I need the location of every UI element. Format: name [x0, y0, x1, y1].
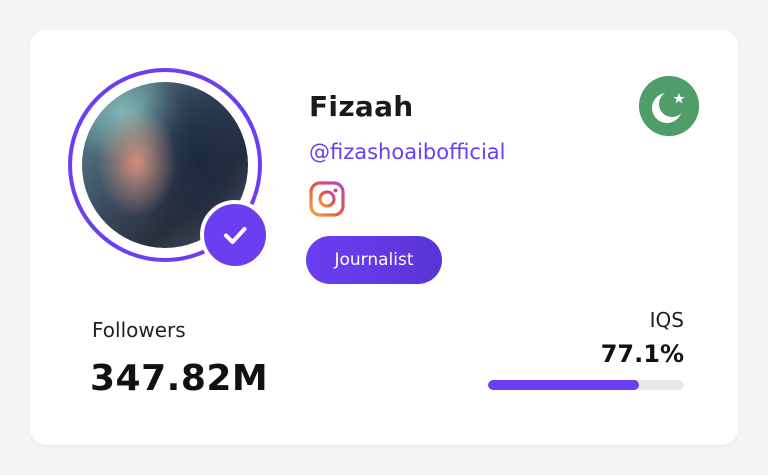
iqs-progress-fill: [488, 380, 640, 390]
iqs-progress-bar: [488, 380, 684, 390]
instagram-icon[interactable]: [308, 180, 346, 218]
pakistan-flag-icon: [639, 76, 699, 136]
profile-name: Fizaah: [309, 90, 414, 123]
verified-badge: [200, 200, 270, 270]
profile-handle[interactable]: @fizashoaibofficial: [309, 140, 506, 164]
followers-value: 347.82M: [90, 358, 269, 399]
checkmark-icon: [224, 227, 247, 244]
iqs-value: 77.1%: [600, 340, 684, 368]
iqs-label: IQS: [649, 308, 684, 332]
category-badge[interactable]: Journalist: [306, 236, 442, 284]
followers-label: Followers: [92, 318, 186, 342]
